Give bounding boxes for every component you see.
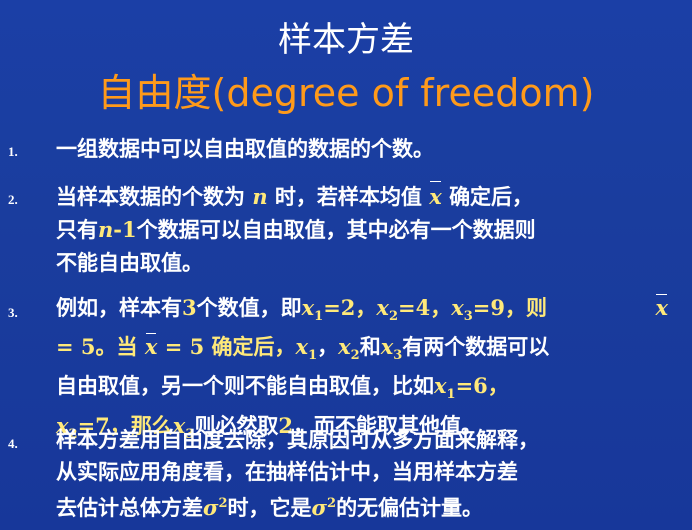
item-line: = 5。当 x = 5 确定后，x1，x2和x3有两个数据可以 <box>56 332 686 371</box>
text-fragment: 个数值，即 <box>196 295 302 320</box>
text-fragment: 去估计总体方差 <box>56 495 203 520</box>
variable-x: x <box>376 295 389 320</box>
item-number: 4. <box>8 436 18 451</box>
variable-x: x <box>451 295 464 320</box>
variable-x: x <box>655 295 668 320</box>
text-fragment: ， <box>317 334 339 360</box>
text-fragment: 个数据可以自由取值，其中必有一个数据则 <box>136 217 536 242</box>
text-fragment: 例如，样本有 <box>56 295 182 320</box>
sample-mean-symbol: x <box>429 180 442 213</box>
item-line: 当样本数据的个数为 n 时，若样本均值 x 确定后， <box>56 180 686 213</box>
text-fragment: 有两个数据可以 <box>402 334 550 360</box>
variable-x: x <box>380 334 394 360</box>
subscript: 1 <box>446 387 456 403</box>
superscript: 2 <box>218 496 228 511</box>
subscript: 1 <box>314 309 324 325</box>
number: =9，则 <box>472 295 548 320</box>
text-fragment: 和 <box>359 334 381 360</box>
variable-sigma: σ <box>203 495 219 520</box>
overline <box>145 333 157 335</box>
variable-x: x <box>295 334 309 360</box>
item-line: 例如，样本有3个数值，即x1=2，x2=4，x3=9，则 x <box>56 293 686 332</box>
text-fragment: 确定后， <box>449 184 534 209</box>
text-fragment: 自由取值，另一个则不能自由取值，比如 <box>56 373 434 399</box>
superscript: 2 <box>327 496 337 511</box>
item-number: 2. <box>8 192 18 207</box>
text-fragment: = 5。当 <box>56 334 138 360</box>
item-number: 1. <box>8 144 18 159</box>
variable-x: x <box>429 184 442 209</box>
subscript: 2 <box>350 348 360 364</box>
sample-mean-symbol: x <box>655 293 668 323</box>
number: 3 <box>182 295 197 320</box>
variable-x: x <box>434 373 447 399</box>
item-number: 3. <box>8 305 18 320</box>
number: -1 <box>113 217 137 242</box>
slide-subtitle: 自由度(degree of freedom) <box>97 71 595 115</box>
variable-n: n <box>252 184 268 209</box>
number: =4， <box>398 295 452 320</box>
overline <box>430 181 441 182</box>
variable-n: n <box>98 217 114 242</box>
item-line: 自由取值，另一个则不能自由取值，比如x1=6， <box>56 371 686 410</box>
text-fragment: 时，若样本均值 <box>274 184 422 209</box>
number: =2， <box>323 295 377 320</box>
overline <box>656 294 667 295</box>
item-line: 只有n-1个数据可以自由取值，其中必有一个数据则 <box>56 213 686 246</box>
item-text: 一组数据中可以自由取值的数据的个数。 <box>56 132 686 165</box>
text-fragment: 不能自由取值。 <box>56 250 203 275</box>
sample-mean-symbol: x <box>144 332 158 362</box>
variable-x: x <box>301 295 315 320</box>
item-line: 从实际应用角度看，在抽样估计中，当用样本方差 <box>56 459 518 484</box>
item-line: 样本方差用自由度去除，其原因可从多方面来解释， <box>56 427 539 452</box>
text-fragment: 的无偏估计量。 <box>336 495 484 520</box>
slide: 样本方差 自由度(degree of freedom) 1. 一组数据中可以自由… <box>0 0 692 530</box>
variable-x: x <box>144 334 158 360</box>
text-fragment: 只有 <box>56 217 98 242</box>
variable-x: x <box>338 334 351 360</box>
text-fragment: 时，它是 <box>227 495 312 520</box>
item-line: 去估计总体方差σ2时，它是σ2的无偏估计量。 <box>56 488 686 524</box>
subscript: 3 <box>393 348 403 364</box>
subscript: 3 <box>463 309 473 325</box>
item-text: 样本方差用自由度去除，其原因可从多方面来解释， 从实际应用角度看，在抽样估计中，… <box>56 424 686 524</box>
text-fragment: 当样本数据的个数为 <box>56 184 245 209</box>
subscript: 2 <box>388 309 398 325</box>
text-fragment: = 5 确定后， <box>164 334 296 360</box>
subscript: 1 <box>308 348 318 364</box>
variable-sigma: σ <box>311 495 328 520</box>
item-text-line: 一组数据中可以自由取值的数据的个数。 <box>56 136 434 161</box>
item-line: 不能自由取值。 <box>56 246 686 279</box>
slide-title: 样本方差 <box>278 20 414 60</box>
item-text: 当样本数据的个数为 n 时，若样本均值 x 确定后， 只有n-1个数据可以自由取… <box>56 180 686 279</box>
number: =6， <box>455 373 509 399</box>
